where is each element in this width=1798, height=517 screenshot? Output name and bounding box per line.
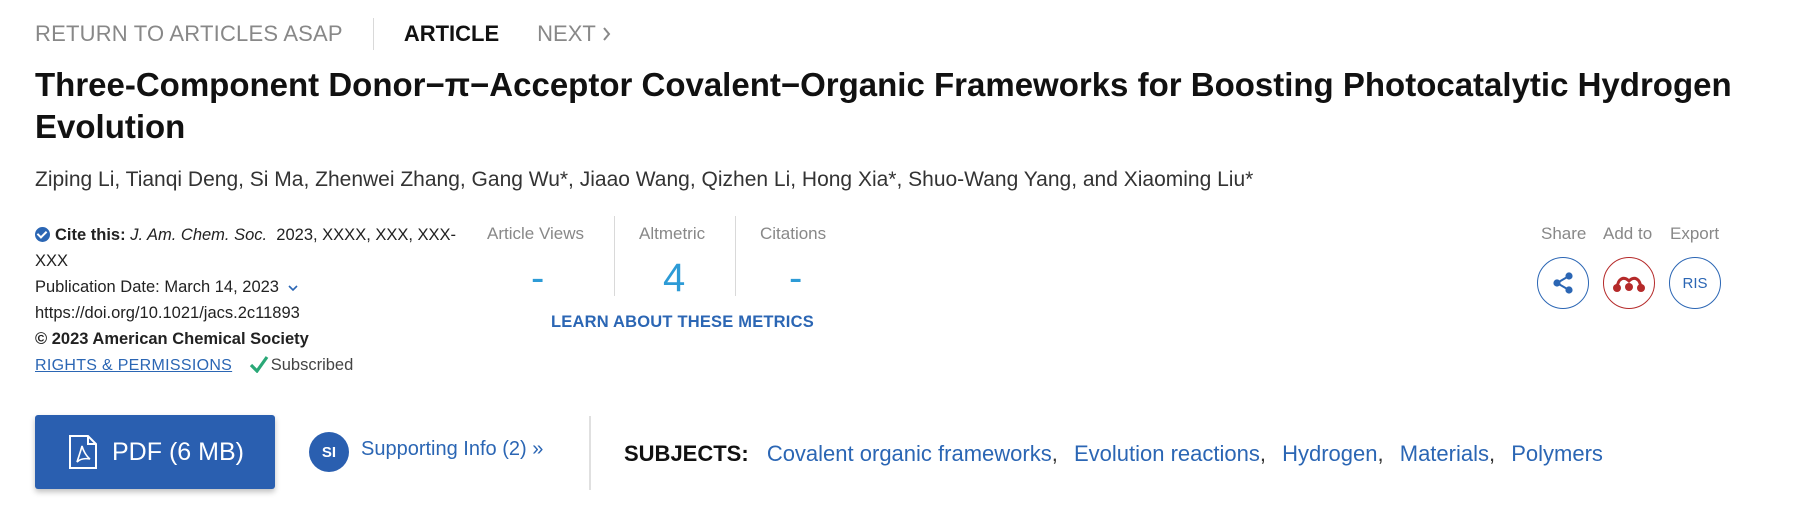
- citation-block: Cite this: J. Am. Chem. Soc. 2023, XXXX,…: [35, 222, 480, 379]
- learn-metrics-link[interactable]: LEARN ABOUT THESE METRICS: [551, 313, 814, 332]
- citation-details-cont: XXX: [35, 252, 69, 270]
- nav-divider: [372, 18, 374, 50]
- article-views-label: Article Views: [487, 224, 584, 243]
- subscribed-status: Subscribed: [249, 356, 354, 374]
- citations-label: Citations: [760, 224, 827, 243]
- citation-details: 2023, XXXX, XXX, XXX-: [276, 226, 457, 244]
- publication-date: Publication Date: March 14, 2023: [35, 278, 279, 296]
- next-article-link[interactable]: NEXT: [537, 21, 611, 47]
- export-label: Export: [1670, 224, 1720, 243]
- add-to-mendeley-button[interactable]: [1603, 257, 1655, 309]
- subscribed-label: Subscribed: [270, 356, 354, 374]
- metrics-divider: [614, 216, 615, 296]
- supporting-info-icon: SI: [309, 432, 349, 472]
- subject-link[interactable]: Hydrogen: [1282, 441, 1377, 466]
- article-navigation: RETURN TO ARTICLES ASAP ARTICLE NEXT: [35, 18, 611, 50]
- add-to-label: Add to: [1603, 224, 1653, 243]
- subject-separator: ,: [1051, 441, 1058, 466]
- altmetric-label: Altmetric: [639, 224, 706, 243]
- cite-label: Cite this:: [55, 226, 126, 244]
- share-label: Share: [1541, 224, 1587, 243]
- pdf-download-label: PDF (6 MB): [112, 437, 244, 466]
- mendeley-icon: [1613, 276, 1645, 292]
- pdf-download-button[interactable]: PDF (6 MB): [35, 415, 275, 489]
- share-icon: [1553, 272, 1573, 294]
- citations-value: -: [789, 256, 803, 300]
- subject-link[interactable]: Polymers: [1511, 441, 1603, 466]
- bottom-divider: [589, 416, 591, 490]
- altmetric-value[interactable]: 4: [663, 256, 685, 301]
- subjects-row: SUBJECTS: Covalent organic frameworks, E…: [624, 441, 1603, 467]
- subject-separator: ,: [1259, 441, 1266, 466]
- subject-link[interactable]: Covalent organic frameworks: [767, 441, 1052, 466]
- article-tab[interactable]: ARTICLE: [404, 21, 499, 47]
- next-label: NEXT: [537, 21, 596, 46]
- share-button[interactable]: [1537, 257, 1589, 309]
- chevron-down-icon: [288, 285, 298, 292]
- subject-link[interactable]: Evolution reactions: [1074, 441, 1260, 466]
- chevron-right-icon: [603, 27, 611, 41]
- article-title: Three-Component Donor−π−Acceptor Covalen…: [35, 66, 1732, 145]
- subject-separator: ,: [1377, 441, 1384, 466]
- checkmark-icon: [249, 356, 269, 374]
- verified-check-icon: [35, 227, 50, 242]
- supporting-info-link[interactable]: Supporting Info (2) »: [361, 438, 543, 461]
- metrics-divider: [735, 216, 736, 296]
- doi-link[interactable]: https://doi.org/10.1021/jacs.2c11893: [35, 300, 480, 326]
- copyright: © 2023 American Chemical Society: [35, 330, 309, 348]
- subjects-label: SUBJECTS:: [624, 441, 749, 466]
- rights-permissions-link[interactable]: RIGHTS & PERMISSIONS: [35, 357, 232, 374]
- subject-link[interactable]: Materials: [1400, 441, 1489, 466]
- article-views-value: -: [531, 256, 545, 300]
- journal-name: J. Am. Chem. Soc.: [130, 226, 268, 244]
- pdf-file-icon: [69, 435, 97, 469]
- export-ris-label: RIS: [1682, 274, 1708, 292]
- publication-date-toggle[interactable]: Publication Date: March 14, 2023: [35, 274, 480, 300]
- author-list: Ziping Li, Tianqi Deng, Si Ma, Zhenwei Z…: [35, 168, 1254, 191]
- subject-separator: ,: [1489, 441, 1496, 466]
- return-to-articles-link[interactable]: RETURN TO ARTICLES ASAP: [35, 21, 343, 47]
- export-ris-button[interactable]: RIS: [1669, 257, 1721, 309]
